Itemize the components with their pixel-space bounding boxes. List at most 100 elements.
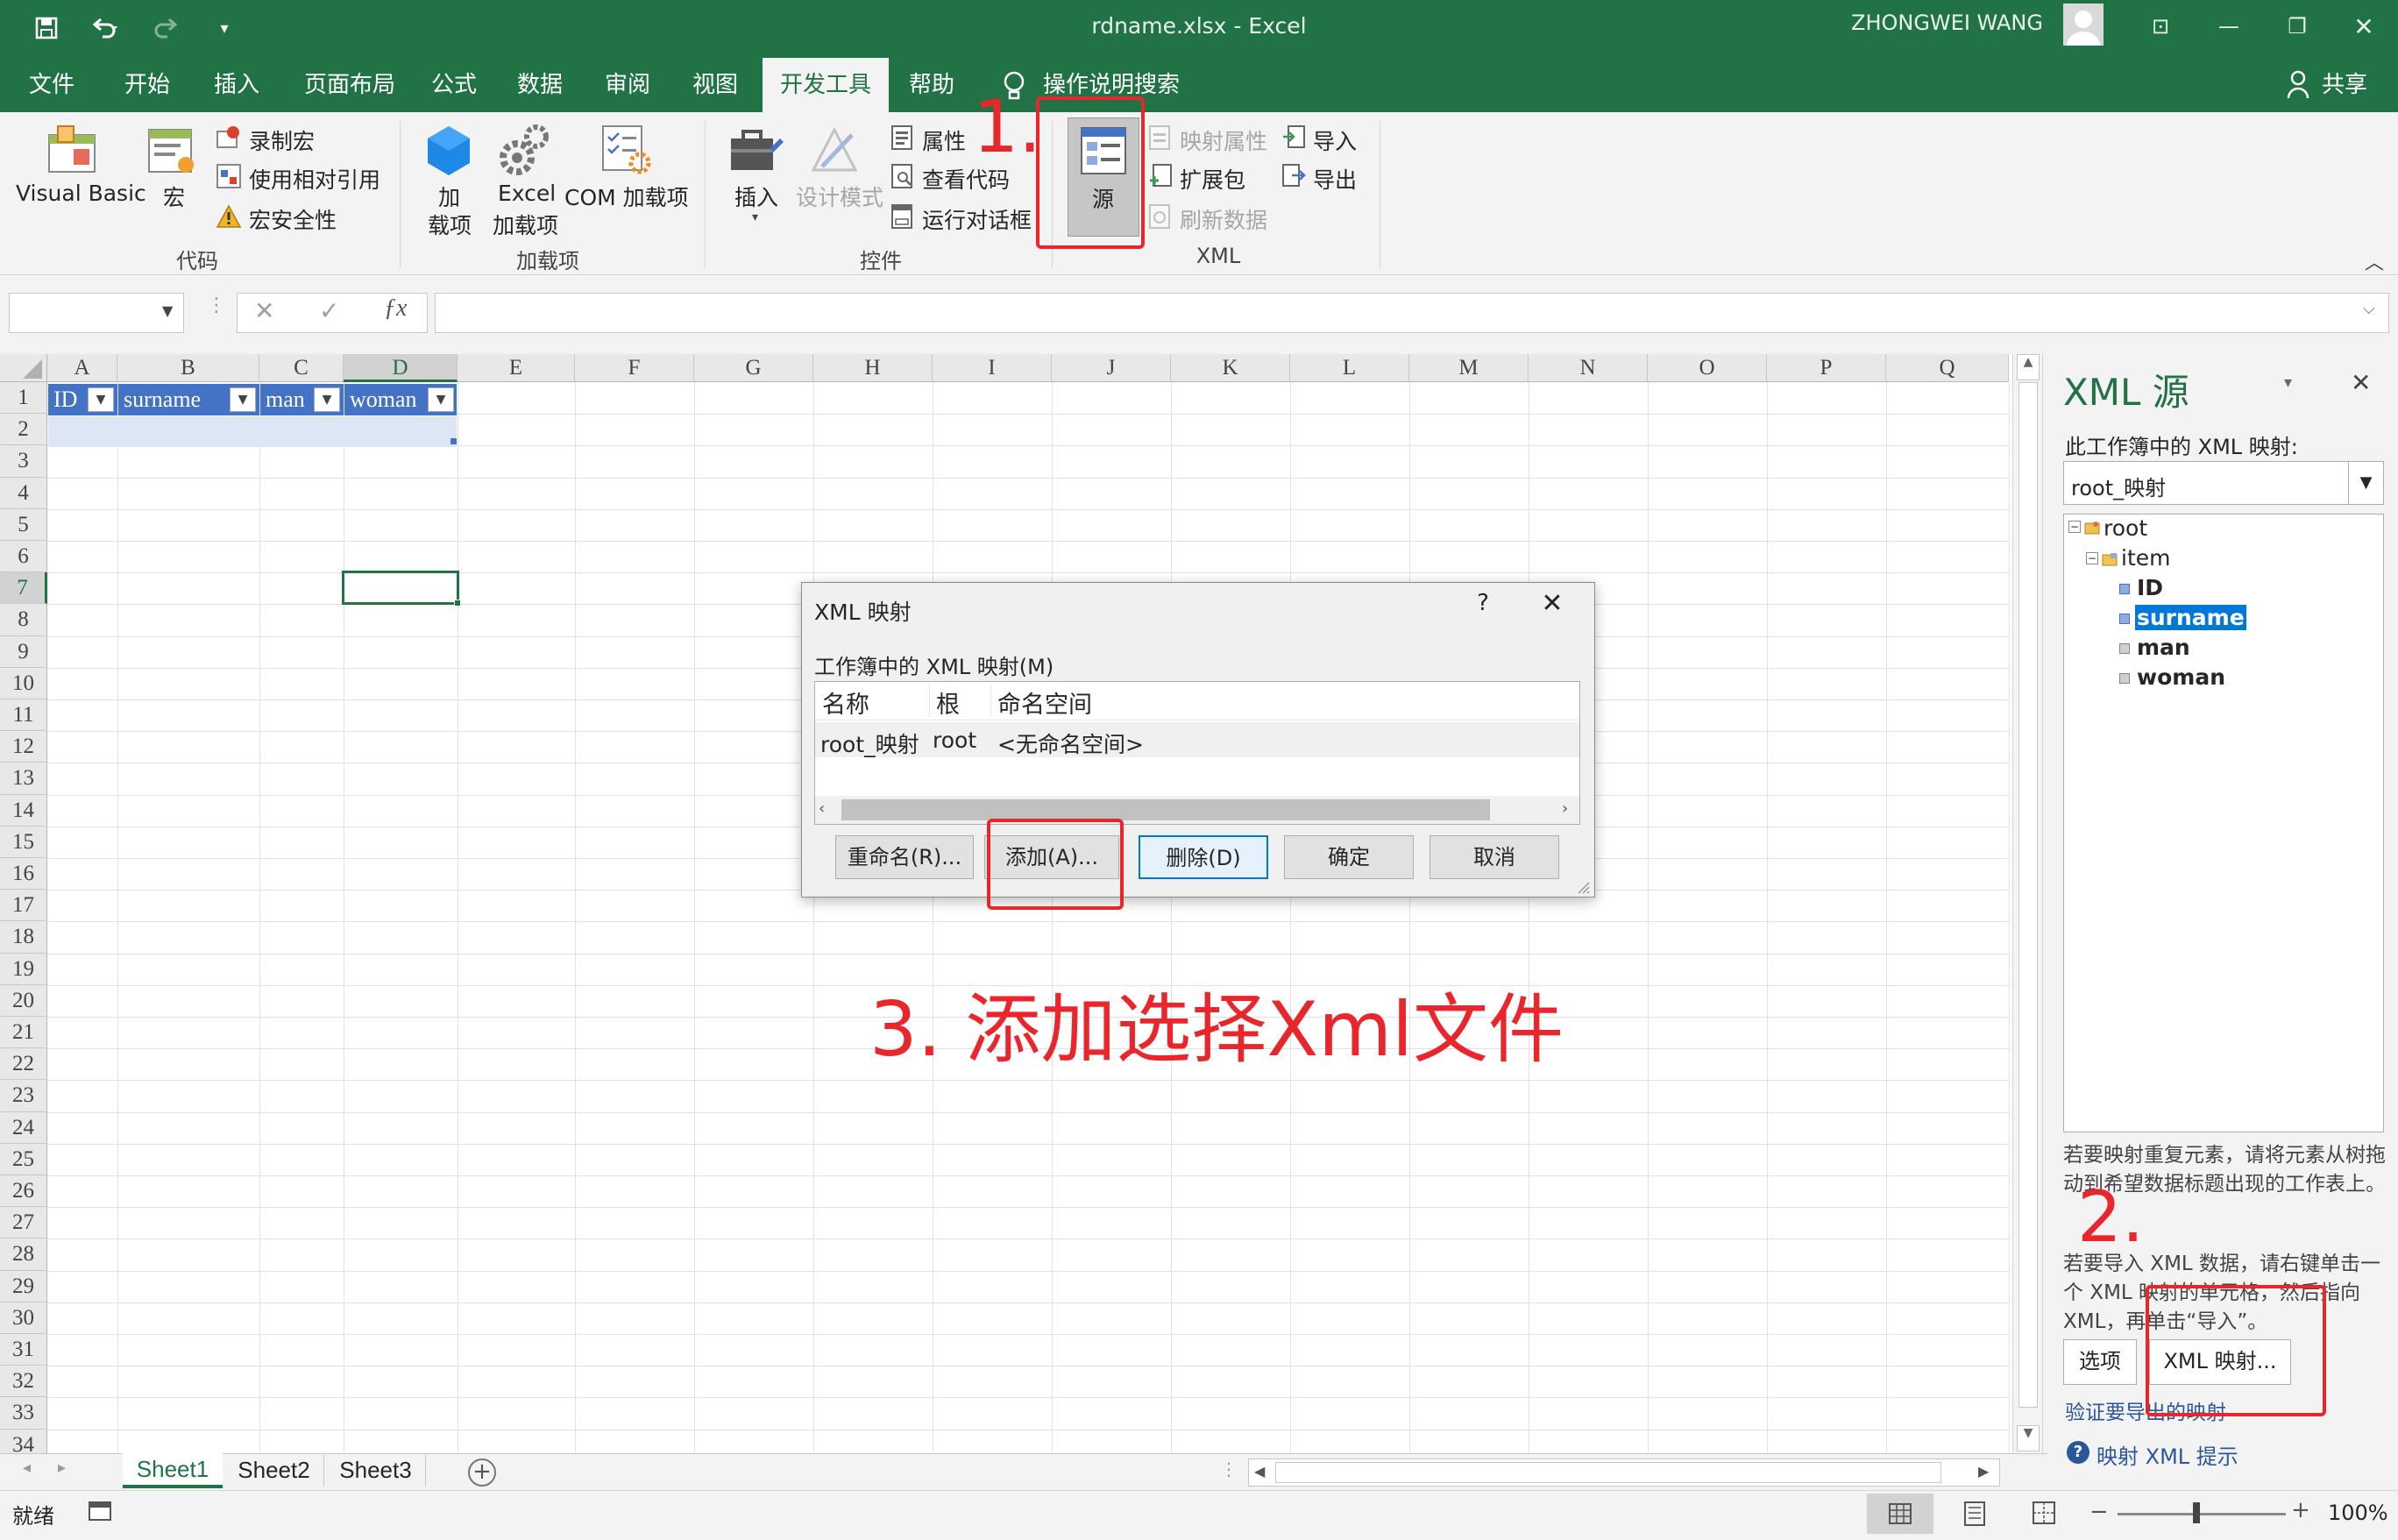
insert-function-icon[interactable]: ƒx: [384, 295, 407, 323]
normal-view-button[interactable]: [1867, 1494, 1933, 1534]
row-header[interactable]: 31: [0, 1334, 47, 1366]
column-header[interactable]: B: [117, 354, 259, 382]
tab-data[interactable]: 数据: [503, 58, 577, 112]
scroll-down-icon[interactable]: ▼: [2017, 1425, 2040, 1451]
scroll-thumb[interactable]: [2018, 382, 2038, 1408]
column-header[interactable]: D: [344, 354, 458, 382]
macro-record-status-icon[interactable]: [88, 1499, 112, 1522]
column-header[interactable]: H: [813, 354, 933, 382]
column-header[interactable]: N: [1529, 354, 1648, 382]
zoom-slider-thumb[interactable]: [2193, 1502, 2200, 1523]
row-header[interactable]: 11: [0, 699, 47, 732]
tab-review[interactable]: 审阅: [591, 58, 664, 112]
cancel-button[interactable]: 取消: [1430, 835, 1559, 879]
row-header[interactable]: 8: [0, 604, 47, 636]
row-header[interactable]: 4: [0, 477, 47, 509]
row-header[interactable]: 18: [0, 921, 47, 954]
row-header[interactable]: 27: [0, 1207, 47, 1239]
zoom-level[interactable]: 100%: [2328, 1501, 2388, 1525]
addins-label-line2[interactable]: 载项: [428, 209, 472, 240]
row-header[interactable]: 1: [0, 382, 47, 415]
maps-listview[interactable]: 名称 根 命名空间 root_映射 root <无命名空间> ‹ ›: [814, 681, 1580, 825]
prev-sheet-icon[interactable]: ◂: [23, 1458, 31, 1477]
tab-view[interactable]: 视图: [678, 58, 752, 112]
sheet-tab-sheet3[interactable]: Sheet3: [326, 1455, 426, 1487]
table-insert-row[interactable]: [48, 416, 457, 447]
row-header[interactable]: 7: [0, 572, 47, 605]
relative-reference-button[interactable]: 使用相对引用: [249, 163, 380, 195]
insert-control-button[interactable]: 插入: [734, 181, 778, 212]
options-button[interactable]: 选项: [2063, 1339, 2137, 1385]
scroll-thumb[interactable]: [1275, 1462, 1941, 1483]
addins-label-line1[interactable]: 加: [438, 181, 460, 212]
split-handle-icon[interactable]: ⋮: [1220, 1458, 1238, 1480]
tab-developer[interactable]: 开发工具: [763, 58, 889, 112]
tree-node-root[interactable]: root: [2104, 515, 2147, 541]
row-header[interactable]: 33: [0, 1397, 47, 1430]
name-box[interactable]: ▼: [9, 293, 184, 333]
row-header[interactable]: 13: [0, 763, 47, 795]
user-name[interactable]: ZHONGWEI WANG: [1851, 11, 2043, 35]
horizontal-scrollbar[interactable]: ‹ ›: [815, 796, 1579, 824]
horizontal-sheet-scrollbar[interactable]: ◀ ▶: [1248, 1458, 2000, 1487]
row-header[interactable]: 19: [0, 953, 47, 985]
row-header[interactable]: 32: [0, 1366, 47, 1398]
column-header[interactable]: P: [1767, 354, 1886, 382]
filter-dropdown-icon[interactable]: ▼: [314, 387, 340, 412]
visual-basic-button[interactable]: Visual Basic: [16, 181, 146, 206]
map-xml-tips-link[interactable]: 映射 XML 提示: [2096, 1439, 2238, 1470]
collapse-icon[interactable]: −: [2086, 552, 2098, 564]
avatar[interactable]: [2063, 4, 2104, 46]
row-header[interactable]: 5: [0, 508, 47, 541]
row-header[interactable]: 6: [0, 541, 47, 573]
row-header[interactable]: 3: [0, 445, 47, 478]
delete-button[interactable]: 删除(D): [1139, 835, 1268, 879]
share-button[interactable]: 共享: [2314, 58, 2375, 112]
excel-addins-label-line1[interactable]: Excel: [498, 181, 556, 206]
row-header[interactable]: 23: [0, 1080, 47, 1112]
add-sheet-icon[interactable]: +: [468, 1458, 496, 1487]
scroll-up-icon[interactable]: ▲: [2017, 354, 2040, 380]
scroll-right-icon[interactable]: ▶: [1978, 1463, 1989, 1480]
row-header[interactable]: 10: [0, 667, 47, 699]
column-header[interactable]: M: [1409, 354, 1529, 382]
expand-formula-icon[interactable]: ⌵: [2363, 300, 2375, 318]
column-header[interactable]: E: [458, 354, 575, 382]
row-header[interactable]: 24: [0, 1111, 47, 1144]
refresh-data-button[interactable]: 刷新数据: [1180, 203, 1267, 235]
row-header[interactable]: 15: [0, 826, 47, 858]
customize-qat-icon[interactable]: ▾: [207, 9, 242, 47]
expansion-packs-button[interactable]: 扩展包: [1180, 163, 1245, 195]
close-window-icon[interactable]: ✕: [2330, 0, 2398, 53]
row-header[interactable]: 9: [0, 635, 47, 668]
tree-node-item[interactable]: item: [2121, 545, 2170, 571]
dialog-close-button[interactable]: ✕: [1526, 588, 1579, 623]
filter-dropdown-icon[interactable]: ▼: [230, 387, 256, 412]
row-header[interactable]: 22: [0, 1048, 47, 1081]
column-header[interactable]: F: [575, 354, 694, 382]
next-sheet-icon[interactable]: ▸: [58, 1458, 66, 1477]
save-icon[interactable]: [26, 9, 67, 47]
row-header[interactable]: 2: [0, 414, 47, 446]
scroll-left-icon[interactable]: ‹: [819, 799, 825, 818]
scroll-right-icon[interactable]: ›: [1562, 799, 1568, 818]
row-header[interactable]: 26: [0, 1175, 47, 1208]
scroll-thumb[interactable]: [841, 799, 1490, 820]
restore-icon[interactable]: ❐: [2263, 0, 2331, 53]
tree-node-woman[interactable]: woman: [2137, 664, 2225, 690]
column-header[interactable]: C: [259, 354, 344, 382]
com-addins-button[interactable]: COM 加载项: [564, 181, 689, 212]
filter-dropdown-icon[interactable]: ▼: [88, 387, 114, 412]
column-header[interactable]: J: [1052, 354, 1171, 382]
chevron-down-icon[interactable]: ▼: [2348, 462, 2383, 504]
scroll-left-icon[interactable]: ◀: [1254, 1463, 1265, 1480]
zoom-out-icon[interactable]: −: [2089, 1499, 2109, 1525]
enter-formula-icon[interactable]: ✓: [319, 296, 339, 325]
row-header[interactable]: 12: [0, 731, 47, 763]
tab-insert[interactable]: 插入: [198, 58, 275, 112]
export-button[interactable]: 导出: [1313, 163, 1357, 195]
column-header-namespace[interactable]: 命名空间: [997, 685, 1092, 720]
row-header[interactable]: 14: [0, 794, 47, 827]
tab-home[interactable]: 开始: [109, 58, 186, 112]
excel-addins-label-line2[interactable]: 加载项: [493, 209, 558, 240]
